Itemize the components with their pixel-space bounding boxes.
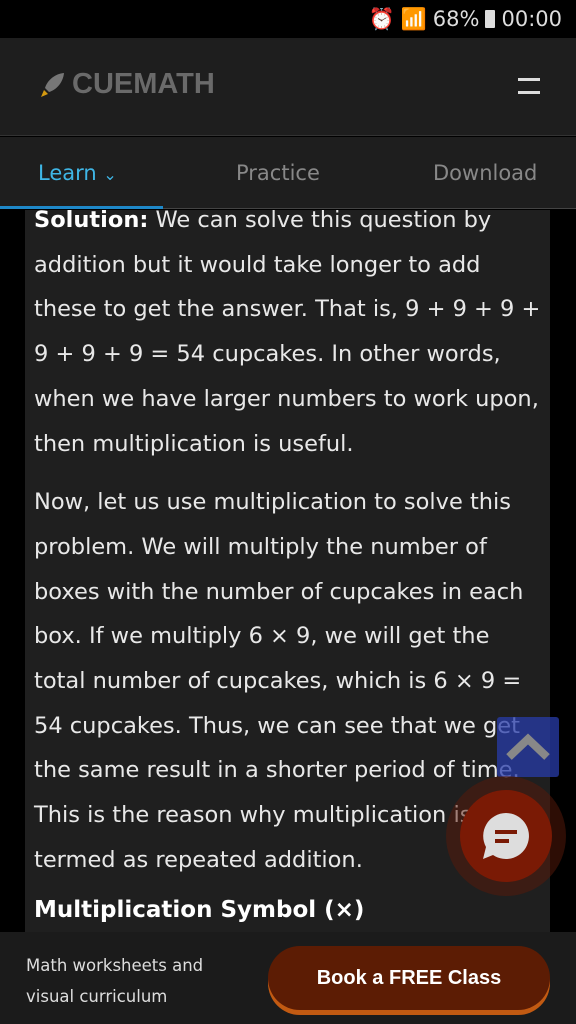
promo-text: Math worksheets and visual curriculum (26, 956, 204, 1006)
chevron-up-icon (506, 733, 550, 760)
section-heading: Multiplication Symbol (×) (34, 896, 365, 923)
logo[interactable]: CUEMATH (38, 68, 215, 101)
active-tab-indicator (0, 206, 163, 209)
hamburger-menu-icon[interactable] (518, 78, 540, 104)
clock: 00:00 (501, 7, 562, 31)
tab-learn[interactable]: Learn ⌄ (38, 161, 117, 185)
battery-percent: 68% (432, 7, 480, 31)
rocket-icon (41, 72, 64, 97)
chat-button[interactable] (460, 790, 552, 882)
tab-download[interactable]: Download (433, 161, 537, 185)
solution-paragraph: Solution: We can solve this question by … (34, 210, 541, 457)
book-free-class-button[interactable]: Book a FREE Class (268, 946, 550, 1010)
scroll-to-top-button[interactable] (497, 717, 559, 777)
site-header: CUEMATH (0, 38, 576, 136)
chat-bubble-icon (483, 813, 529, 859)
alarm-icon: ⏰ (368, 6, 395, 31)
bottom-bar: Math worksheets and visual curriculum Boo… (0, 932, 576, 1024)
battery-icon (485, 10, 496, 28)
wifi-icon: 📶 (400, 6, 427, 31)
tab-practice[interactable]: Practice (236, 161, 320, 185)
status-bar: ⏰ 📶 68% 00:00 (0, 0, 576, 38)
chevron-down-icon: ⌄ (103, 165, 117, 184)
nav-tabs: Learn ⌄ Practice Download (0, 137, 576, 209)
